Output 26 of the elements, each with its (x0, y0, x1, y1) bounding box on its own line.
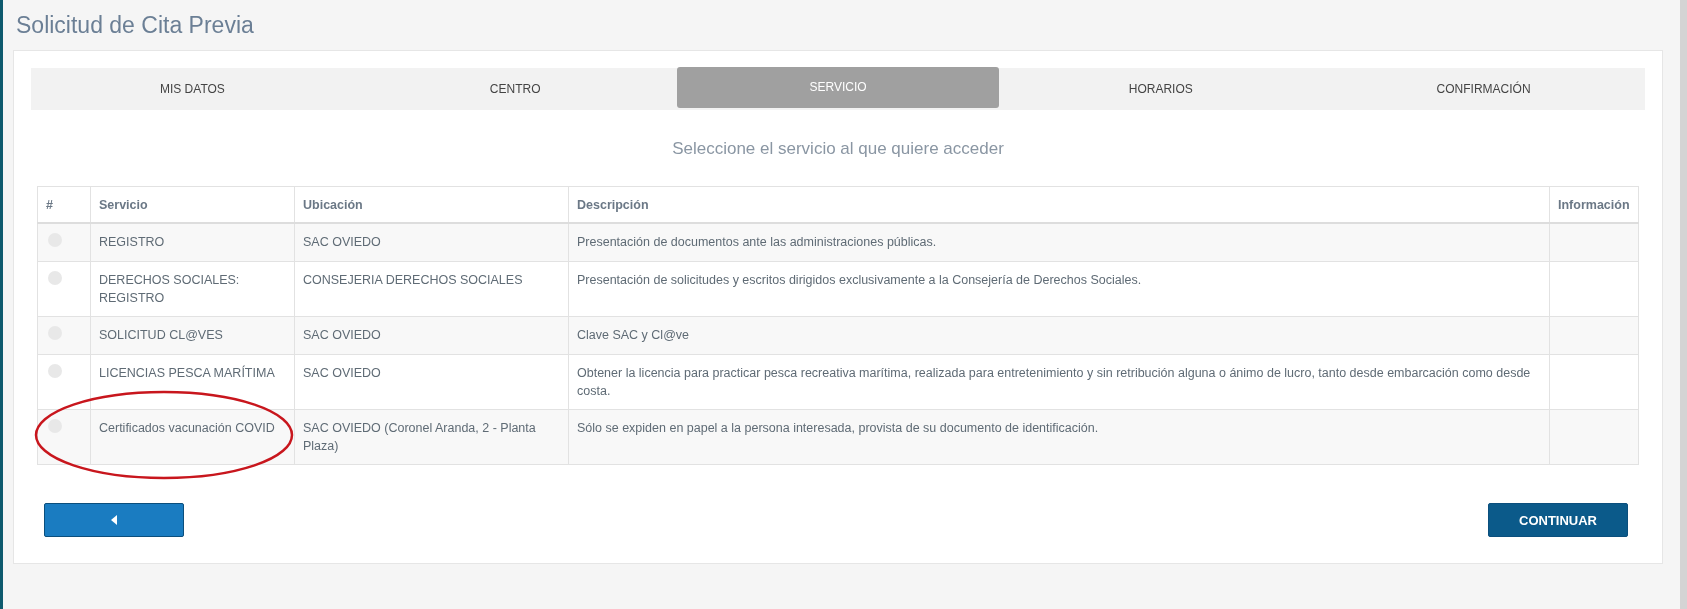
table-cell: SAC OVIEDO (303, 366, 381, 380)
table-cell: DERECHOS SOCIALES: REGISTRO (99, 273, 240, 305)
scrollbar[interactable] (1680, 0, 1687, 609)
table-cell: Certificados vacunación COVID (99, 421, 275, 435)
table-cell: SAC OVIEDO (Coronel Aranda, 2 - Planta Plaza) (303, 421, 536, 453)
instruction-text: Seleccione el servicio al que quiere acceder (671, 139, 1005, 159)
table-cell: Clave SAC y Cl@ve (577, 328, 690, 342)
step-tab[interactable]: HORARIOS (999, 68, 1323, 110)
page-title: Solicitud de Cita Previa (16, 12, 255, 39)
caret-left-icon (111, 515, 117, 525)
table-cell: LICENCIAS PESCA MARÍTIMA (99, 366, 275, 380)
table-cell: Sólo se expiden en papel a la persona interesada, provista de su documento de identificación. (577, 421, 1099, 435)
step-tab[interactable]: MIS DATOS (31, 68, 354, 110)
table-cell: CONSEJERIA DERECHOS SOCIALES (303, 273, 523, 287)
table-cell: SAC OVIEDO (303, 235, 381, 249)
table-cell: Presentación de solicitudes y escritos dirigidos exclusivamente a la Consejería de Derechos Sociales. (577, 273, 1142, 287)
table-cell: Presentación de documentos ante las administraciones públicas. (577, 235, 937, 249)
step-tab[interactable]: CONFIRMACIÓN (1322, 68, 1645, 110)
step-tab[interactable]: CENTRO (353, 68, 677, 110)
table-cell: REGISTRO (99, 235, 165, 249)
back-button[interactable] (44, 503, 184, 537)
continue-button[interactable]: CONTINUAR (1488, 503, 1628, 537)
table-cell: Obtener la licencia para practicar pesca recreativa marítima, realizada para entretenimiento y sin retribución alguna o ánimo de lucro, tanto desde embarcación como desde costa. (577, 366, 1531, 398)
table-cell: SAC OVIEDO (303, 328, 381, 342)
radio-button[interactable] (48, 419, 62, 433)
table-cell: SOLICITUD CL@VES (99, 328, 223, 342)
